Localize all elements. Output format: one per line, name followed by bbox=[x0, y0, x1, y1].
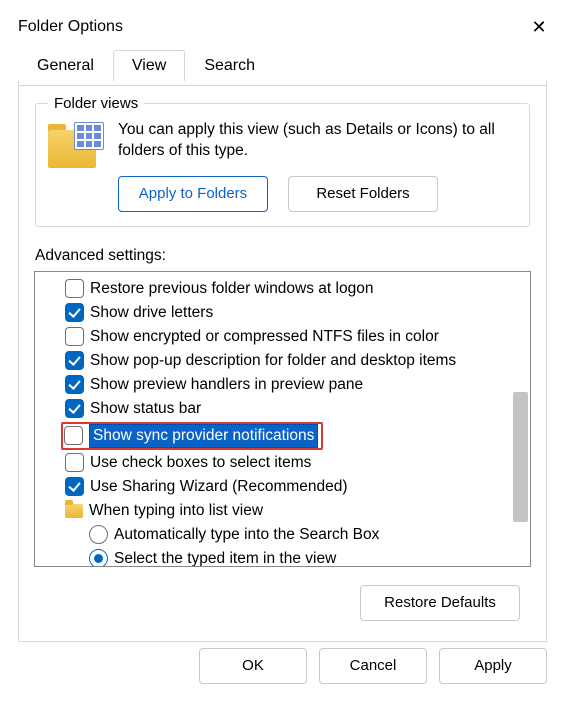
checkbox[interactable] bbox=[65, 375, 84, 394]
setting-label: Show drive letters bbox=[90, 302, 213, 324]
scrollbar-thumb[interactable] bbox=[513, 392, 528, 522]
tab-view[interactable]: View bbox=[113, 50, 185, 81]
window-title: Folder Options bbox=[18, 18, 123, 36]
ok-button[interactable]: OK bbox=[199, 648, 307, 684]
checkbox[interactable] bbox=[65, 279, 84, 298]
advanced-settings-tree[interactable]: Restore previous folder windows at logon… bbox=[34, 271, 531, 567]
setting-item[interactable]: Select the typed item in the view bbox=[39, 547, 526, 566]
tab-strip: General View Search bbox=[18, 50, 547, 81]
setting-label: Show sync provider notifications bbox=[89, 424, 318, 448]
setting-label: Show status bar bbox=[90, 398, 201, 420]
folder-views-icon bbox=[48, 122, 104, 172]
folder-icon bbox=[65, 504, 83, 518]
setting-item[interactable]: Show encrypted or compressed NTFS files … bbox=[39, 325, 526, 349]
setting-label: When typing into list view bbox=[89, 500, 263, 522]
apply-to-folders-button[interactable]: Apply to Folders bbox=[118, 176, 268, 212]
dialog-buttons: OK Cancel Apply bbox=[0, 642, 565, 684]
setting-label: Select the typed item in the view bbox=[114, 548, 336, 566]
checkbox[interactable] bbox=[65, 303, 84, 322]
folder-views-legend: Folder views bbox=[48, 95, 144, 112]
setting-item[interactable]: Show sync provider notifications bbox=[39, 421, 526, 451]
close-icon[interactable]: ✕ bbox=[527, 17, 551, 38]
view-panel: Folder views You can apply this view (su… bbox=[18, 81, 547, 642]
reset-folders-button[interactable]: Reset Folders bbox=[288, 176, 438, 212]
setting-item[interactable]: Restore previous folder windows at logon bbox=[39, 277, 526, 301]
setting-label: Show preview handlers in preview pane bbox=[90, 374, 363, 396]
setting-item[interactable]: When typing into list view bbox=[39, 499, 526, 523]
tab-general[interactable]: General bbox=[18, 50, 113, 81]
setting-label: Show pop-up description for folder and d… bbox=[90, 350, 456, 372]
setting-item[interactable]: Use Sharing Wizard (Recommended) bbox=[39, 475, 526, 499]
title-bar: Folder Options ✕ bbox=[0, 0, 565, 44]
setting-label: Show encrypted or compressed NTFS files … bbox=[90, 326, 439, 348]
cancel-button[interactable]: Cancel bbox=[319, 648, 427, 684]
folder-views-group: Folder views You can apply this view (su… bbox=[35, 95, 530, 227]
checkbox[interactable] bbox=[65, 477, 84, 496]
setting-item[interactable]: Show status bar bbox=[39, 397, 526, 421]
checkbox[interactable] bbox=[65, 453, 84, 472]
checkbox[interactable] bbox=[65, 399, 84, 418]
setting-label: Automatically type into the Search Box bbox=[114, 524, 379, 546]
tab-search[interactable]: Search bbox=[185, 50, 274, 81]
restore-defaults-button[interactable]: Restore Defaults bbox=[360, 585, 520, 621]
folder-views-text: You can apply this view (such as Details… bbox=[118, 120, 517, 162]
setting-item[interactable]: Use check boxes to select items bbox=[39, 451, 526, 475]
setting-item[interactable]: Show drive letters bbox=[39, 301, 526, 325]
radio[interactable] bbox=[89, 525, 108, 544]
setting-item[interactable]: Show preview handlers in preview pane bbox=[39, 373, 526, 397]
tab-underline bbox=[18, 85, 547, 86]
checkbox[interactable] bbox=[65, 351, 84, 370]
apply-button[interactable]: Apply bbox=[439, 648, 547, 684]
radio[interactable] bbox=[89, 549, 108, 566]
setting-label: Use Sharing Wizard (Recommended) bbox=[90, 476, 348, 498]
checkbox[interactable] bbox=[64, 426, 83, 445]
advanced-settings-label: Advanced settings: bbox=[35, 247, 530, 265]
setting-label: Restore previous folder windows at logon bbox=[90, 278, 373, 300]
setting-item[interactable]: Show pop-up description for folder and d… bbox=[39, 349, 526, 373]
checkbox[interactable] bbox=[65, 327, 84, 346]
setting-label: Use check boxes to select items bbox=[90, 452, 311, 474]
setting-item[interactable]: Automatically type into the Search Box bbox=[39, 523, 526, 547]
